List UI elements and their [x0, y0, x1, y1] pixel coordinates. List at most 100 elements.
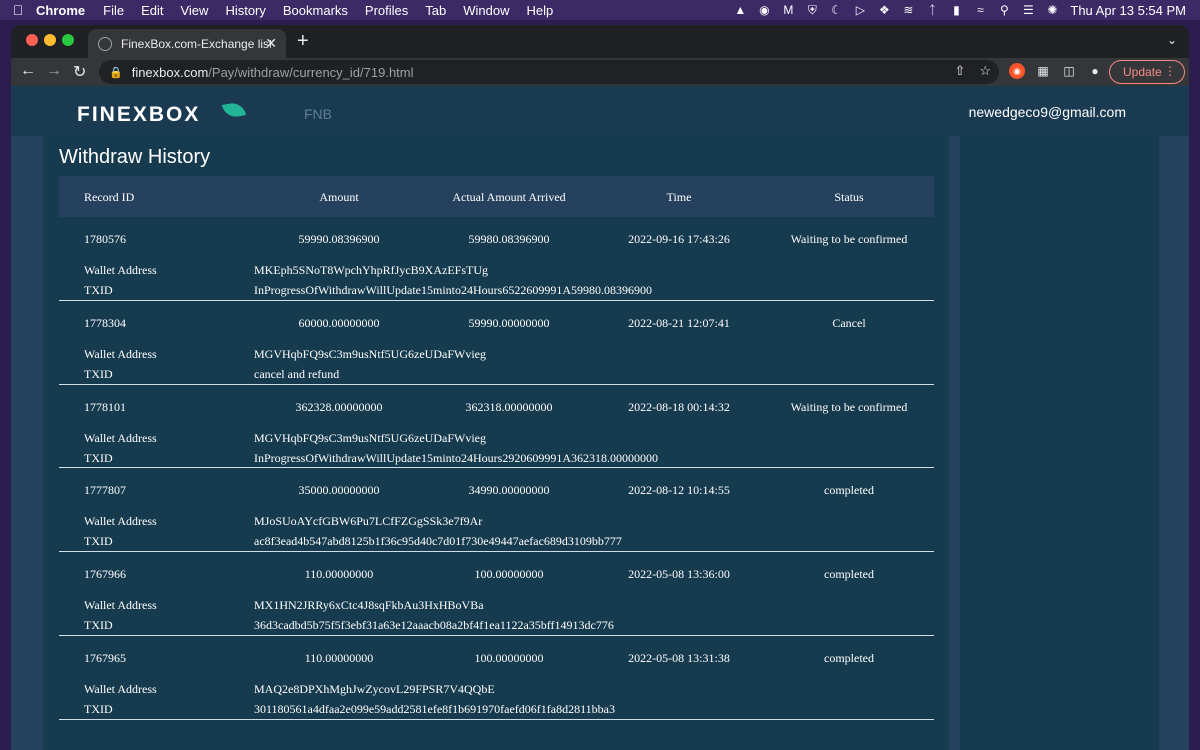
record-status: Waiting to be confirmed [790, 232, 908, 246]
moon-icon[interactable]: ☾ [824, 3, 848, 17]
bookmark-star-icon[interactable]: ☆ [979, 63, 991, 79]
sync-icon[interactable]: ◉ [752, 3, 776, 17]
lock-icon[interactable]: 🔒 [109, 66, 123, 79]
record-status: completed [824, 650, 874, 665]
chevron-down-icon[interactable]: ⌄ [1167, 33, 1177, 47]
record-time: 2022-08-21 12:07:41 [628, 315, 730, 330]
share-icon[interactable]: ⇧ [954, 63, 965, 79]
txid-label: TXID [84, 701, 113, 716]
zoom-window-button[interactable] [62, 34, 74, 46]
profile-icon[interactable]: ● [1087, 63, 1103, 79]
record-status: Cancel [832, 315, 866, 330]
record-amount: 35000.00000000 [298, 483, 380, 498]
table-row: 1767965 110.00000000 100.00000000 2022-0… [59, 636, 934, 720]
user-email-link[interactable]: newedgeco9@gmail.com [969, 104, 1126, 120]
back-button[interactable]: ← [20, 62, 36, 80]
record-actual-amount: 34990.00000000 [468, 483, 550, 498]
menu-view[interactable]: View [180, 3, 208, 18]
txid-label: TXID [84, 534, 113, 549]
minimize-window-button[interactable] [44, 34, 56, 46]
search-icon[interactable]: ⚲ [992, 3, 1016, 17]
txid-value: 36d3cadbd5b75f5f3ebf31a63e12aaacb08a2bf4… [254, 618, 614, 633]
wallet-address-value: MGVHqbFQ9sC3m9usNtf5UG6zeUDaFWvieg [254, 346, 486, 361]
txid-label: TXID [84, 283, 113, 297]
wallet-address-label: Wallet Address [84, 430, 157, 445]
txid-label: TXID [84, 366, 113, 381]
url-host: finexbox.com [131, 64, 209, 80]
menu-app-chrome[interactable]: Chrome [36, 3, 85, 18]
withdraw-history-panel: Withdraw History Record ID Amount Actual… [43, 136, 949, 750]
wallet-address-value: MGVHqbFQ9sC3m9usNtf5UG6zeUDaFWvieg [254, 430, 486, 445]
wallet-address-label: Wallet Address [84, 514, 157, 529]
txid-label: TXID [84, 618, 113, 633]
table-row: 1767966 110.00000000 100.00000000 2022-0… [59, 552, 934, 636]
reload-button[interactable]: ↻ [73, 62, 86, 82]
site-header: FINEXBOX FNB newedgeco9@gmail.com [11, 86, 1189, 136]
menu-tab[interactable]: Tab [425, 3, 446, 18]
wifi-icon[interactable]: ≈ [968, 3, 992, 17]
wallet-address-value: MJoSUoAYcfGBW6Pu7LCfFZGgSSk3e7f9Ar [254, 514, 483, 529]
menu-edit[interactable]: Edit [141, 3, 163, 18]
column-header-actual-amount: Actual Amount Arrived [452, 190, 566, 204]
record-time: 2022-05-08 13:36:00 [628, 567, 730, 582]
menu-clock[interactable]: Thu Apr 13 5:54 PM [1070, 3, 1186, 18]
column-header-amount: Amount [319, 190, 359, 204]
close-icon[interactable]: ✕ [265, 35, 277, 52]
record-id: 1767965 [84, 650, 126, 665]
column-header-status: Status [834, 190, 864, 204]
play-icon[interactable]: ▷ [848, 3, 872, 17]
menu-history[interactable]: History [225, 3, 265, 18]
record-time: 2022-09-16 17:43:26 [628, 232, 730, 246]
tab-strip: FinexBox.com-Exchange list co ✕ + ⌄ [11, 25, 1189, 58]
record-status: completed [824, 483, 874, 498]
record-id: 1777807 [84, 483, 126, 498]
record-id: 1767966 [84, 567, 126, 582]
txid-value: 301180561a4dfaa2e099e59add2581efe8f1b691… [254, 701, 615, 716]
table-row: 1778101 362328.00000000 362318.00000000 … [59, 385, 934, 469]
browser-toolbar: ← → ↻ 🔒 finexbox.com /Pay/withdraw/curre… [11, 58, 1189, 86]
malwarebytes-icon[interactable]: M [776, 3, 800, 17]
side-panel-icon[interactable]: ◫ [1061, 63, 1077, 79]
new-tab-button[interactable]: + [297, 30, 309, 53]
wallet-address-value: MAQ2e8DPXhMghJwZycovL29FPSR7V4QQbE [254, 681, 495, 696]
txid-label: TXID [84, 450, 113, 465]
wallet-address-label: Wallet Address [84, 598, 157, 613]
tab-title: FinexBox.com-Exchange list co [121, 36, 271, 51]
web-page: FINEXBOX FNB newedgeco9@gmail.com Withdr… [11, 86, 1189, 750]
bluetooth-icon[interactable]: ᛏ [920, 3, 944, 17]
record-id: 1780576 [84, 232, 126, 246]
shield-icon[interactable]: ⛨ [800, 3, 824, 18]
vpn-icon[interactable]: ▲ [728, 3, 752, 17]
menu-window[interactable]: Window [463, 3, 509, 18]
brave-extension-icon[interactable]: ◉ [1009, 63, 1025, 79]
finexbox-logo[interactable]: FINEXBOX [77, 103, 200, 127]
menu-file[interactable]: File [103, 3, 124, 18]
menu-profiles[interactable]: Profiles [365, 3, 408, 18]
more-menu-icon[interactable]: ⋮ [1164, 64, 1176, 78]
wallet-address-value: MKEph5SNoT8WpchYhpRfJycB9XAzEFsTUg [254, 263, 488, 277]
omnibox-actions: ⇧ ☆ [954, 63, 991, 79]
table-row: 1777807 35000.00000000 34990.00000000 20… [59, 468, 934, 553]
record-actual-amount: 100.00000000 [474, 567, 544, 582]
record-id: 1778304 [84, 315, 126, 330]
apple-icon[interactable]:  [0, 2, 36, 18]
record-time: 2022-08-18 00:14:32 [628, 399, 730, 414]
siri-icon[interactable]: ✺ [1040, 3, 1064, 17]
forward-button[interactable]: → [46, 62, 62, 80]
menu-bookmarks[interactable]: Bookmarks [283, 3, 348, 18]
menu-help[interactable]: Help [527, 3, 554, 18]
extensions-puzzle-icon[interactable]: ▦ [1035, 63, 1051, 79]
battery-icon[interactable]: ▮ [944, 3, 968, 17]
active-tab[interactable]: FinexBox.com-Exchange list co ✕ [88, 29, 286, 58]
control-center-icon[interactable]: ☰ [1016, 3, 1040, 17]
network-icon[interactable]: ≋ [896, 3, 920, 17]
address-bar[interactable]: 🔒 finexbox.com /Pay/withdraw/currency_id… [99, 60, 999, 84]
airdrop-icon[interactable]: ❖ [872, 3, 896, 17]
close-window-button[interactable] [26, 34, 38, 46]
coin-symbol: FNB [304, 106, 332, 122]
record-amount: 59990.08396900 [298, 232, 380, 246]
record-time: 2022-05-08 13:31:38 [628, 650, 730, 665]
record-amount: 60000.00000000 [298, 315, 380, 330]
update-button[interactable]: Update ⋮ [1109, 60, 1185, 84]
table-header: Record ID Amount Actual Amount Arrived T… [59, 176, 934, 217]
